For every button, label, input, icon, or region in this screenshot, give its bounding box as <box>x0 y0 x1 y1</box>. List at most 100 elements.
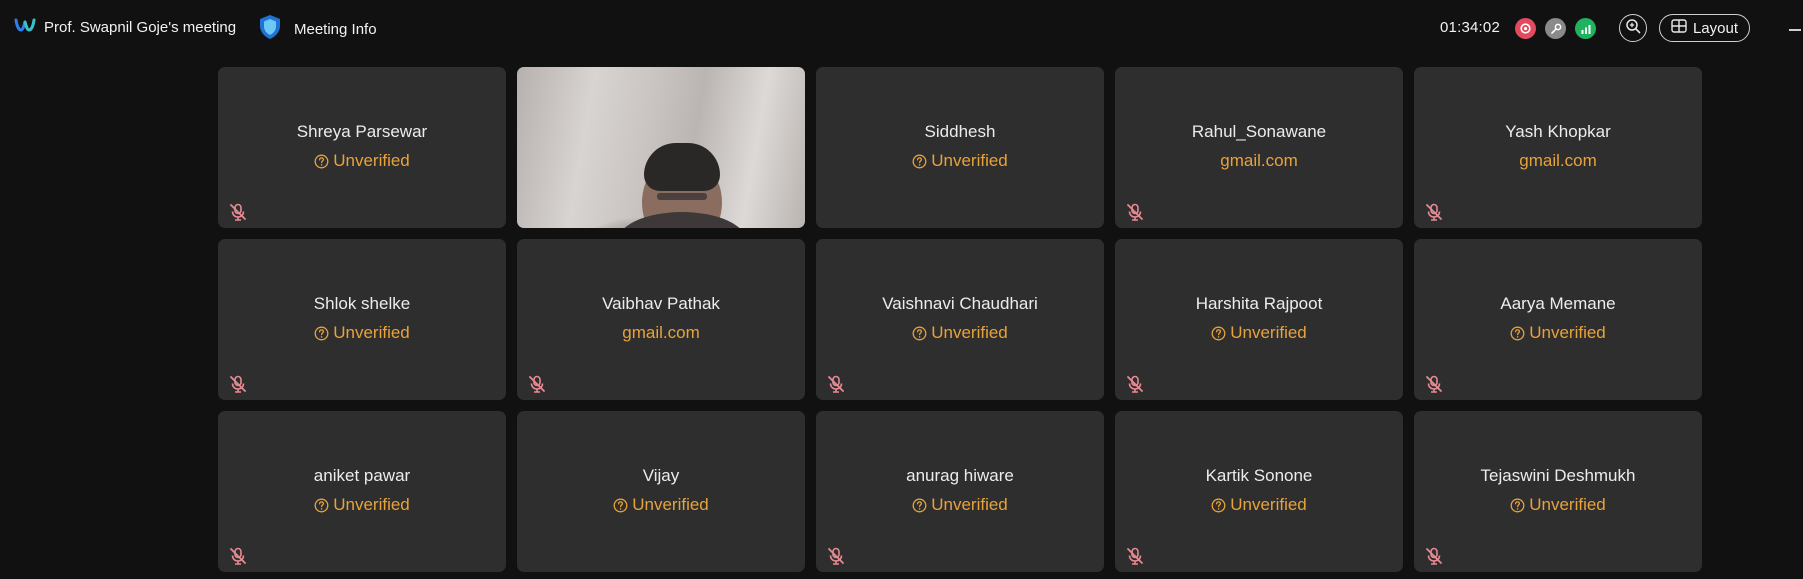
participant-name: Kartik Sonone <box>1205 466 1313 485</box>
status-indicators <box>1515 18 1596 39</box>
status-text: Unverified <box>1529 495 1606 514</box>
status-text: Unverified <box>333 495 410 514</box>
participant-name: Siddhesh <box>924 122 996 141</box>
participant-video <box>517 67 805 228</box>
participant-tile[interactable]: Siddhesh Unverified <box>816 67 1104 228</box>
participant-name: Shreya Parsewar <box>296 122 428 141</box>
help-circle-icon <box>912 154 927 169</box>
participant-name: Vaibhav Pathak <box>602 294 720 313</box>
status-text: Unverified <box>931 495 1008 514</box>
participant-grid: Shreya Parsewar Unverified Siddhesh Unverif… <box>218 67 1702 572</box>
meeting-timer: 01:34:02 <box>1440 19 1500 36</box>
verification-status: Unverified <box>218 151 506 171</box>
participant-tile[interactable]: Vaishnavi Chaudhari Unverified <box>816 239 1104 400</box>
help-circle-icon <box>314 326 329 341</box>
verification-status: Unverified <box>1414 495 1702 515</box>
microphone-muted-icon <box>527 374 547 394</box>
participant-tile[interactable]: Shlok shelke Unverified <box>218 239 506 400</box>
participant-tile[interactable]: Aarya Memane Unverified <box>1414 239 1702 400</box>
status-text: Unverified <box>1230 495 1307 514</box>
microphone-muted-icon <box>826 374 846 394</box>
top-bar: Prof. Swapnil Goje's meeting Meeting Inf… <box>0 0 1803 58</box>
status-text: Unverified <box>1230 323 1307 342</box>
participant-name: Aarya Memane <box>1500 294 1616 313</box>
help-circle-icon <box>912 326 927 341</box>
microphone-muted-icon <box>1125 546 1145 566</box>
participant-name: aniket pawar <box>313 466 411 485</box>
network-signal-icon[interactable] <box>1575 18 1596 39</box>
help-circle-icon <box>1510 498 1525 513</box>
help-circle-icon <box>1211 498 1226 513</box>
participant-name: Harshita Rajpoot <box>1195 294 1323 313</box>
microphone-muted-icon <box>228 374 248 394</box>
microphone-muted-icon <box>1125 374 1145 394</box>
help-circle-icon <box>1211 326 1226 341</box>
participant-name: anurag hiware <box>906 466 1014 485</box>
participant-name: Vijay <box>642 466 680 485</box>
verification-status: Unverified <box>816 151 1104 171</box>
verification-status: gmail.com <box>1115 151 1403 171</box>
meeting-title: Prof. Swapnil Goje's meeting <box>44 19 237 36</box>
verification-status: Unverified <box>1115 323 1403 343</box>
meeting-info-button[interactable]: Meeting Info <box>258 14 377 45</box>
status-text: Unverified <box>632 495 709 514</box>
verification-status: Unverified <box>1414 323 1702 343</box>
shield-icon <box>258 14 282 45</box>
microphone-muted-icon <box>228 546 248 566</box>
meeting-info-label: Meeting Info <box>294 21 377 38</box>
status-text: Unverified <box>931 323 1008 342</box>
microphone-muted-icon <box>1424 546 1444 566</box>
zoom-button[interactable] <box>1619 14 1647 42</box>
microphone-muted-icon <box>1424 202 1444 222</box>
status-text: Unverified <box>333 323 410 342</box>
verification-status: Unverified <box>517 495 805 515</box>
participant-tile[interactable] <box>517 67 805 228</box>
verification-status: Unverified <box>816 495 1104 515</box>
verification-status: Unverified <box>816 323 1104 343</box>
participant-name: Rahul_Sonawane <box>1191 122 1327 141</box>
verification-status: Unverified <box>1115 495 1403 515</box>
webex-logo-icon <box>14 18 36 37</box>
status-text: Unverified <box>931 151 1008 170</box>
minimize-icon[interactable] <box>1789 29 1801 31</box>
participant-tile[interactable]: Kartik Sonone Unverified <box>1115 411 1403 572</box>
participant-name: Yash Khopkar <box>1505 122 1611 141</box>
help-circle-icon <box>314 498 329 513</box>
verification-status: gmail.com <box>1414 151 1702 171</box>
participant-tile[interactable]: Harshita Rajpoot Unverified <box>1115 239 1403 400</box>
participant-tile[interactable]: anurag hiware Unverified <box>816 411 1104 572</box>
microphone-muted-icon <box>1125 202 1145 222</box>
layout-button[interactable]: Layout <box>1659 14 1750 42</box>
zoom-in-icon <box>1625 18 1641 39</box>
participant-tile[interactable]: Tejaswini Deshmukh Unverified <box>1414 411 1702 572</box>
status-text: gmail.com <box>1220 151 1298 170</box>
help-circle-icon <box>613 498 628 513</box>
participant-name: Tejaswini Deshmukh <box>1480 466 1636 485</box>
verification-status: Unverified <box>218 495 506 515</box>
microphone-muted-icon <box>1424 374 1444 394</box>
help-circle-icon <box>314 154 329 169</box>
participant-tile[interactable]: Shreya Parsewar Unverified <box>218 67 506 228</box>
participant-name: Vaishnavi Chaudhari <box>882 294 1038 313</box>
participant-tile[interactable]: Vaibhav Pathak gmail.com <box>517 239 805 400</box>
brand: Prof. Swapnil Goje's meeting <box>14 18 236 37</box>
participant-tile[interactable]: aniket pawar Unverified <box>218 411 506 572</box>
layout-label: Layout <box>1692 19 1739 37</box>
participant-name: Shlok shelke <box>313 294 411 313</box>
participant-tile[interactable]: Yash Khopkar gmail.com <box>1414 67 1702 228</box>
status-text: Unverified <box>1529 323 1606 342</box>
status-text: gmail.com <box>1519 151 1597 170</box>
status-text: Unverified <box>333 151 410 170</box>
help-circle-icon <box>912 498 927 513</box>
help-circle-icon <box>1510 326 1525 341</box>
layout-grid-icon <box>1671 18 1687 38</box>
recording-icon[interactable] <box>1515 18 1536 39</box>
microphone-muted-icon <box>228 202 248 222</box>
status-text: gmail.com <box>622 323 700 342</box>
participant-tile[interactable]: Rahul_Sonawane gmail.com <box>1115 67 1403 228</box>
microphone-muted-icon <box>826 546 846 566</box>
participant-tile[interactable]: Vijay Unverified <box>517 411 805 572</box>
verification-status: Unverified <box>218 323 506 343</box>
verification-status: gmail.com <box>517 323 805 343</box>
key-icon[interactable] <box>1545 18 1566 39</box>
